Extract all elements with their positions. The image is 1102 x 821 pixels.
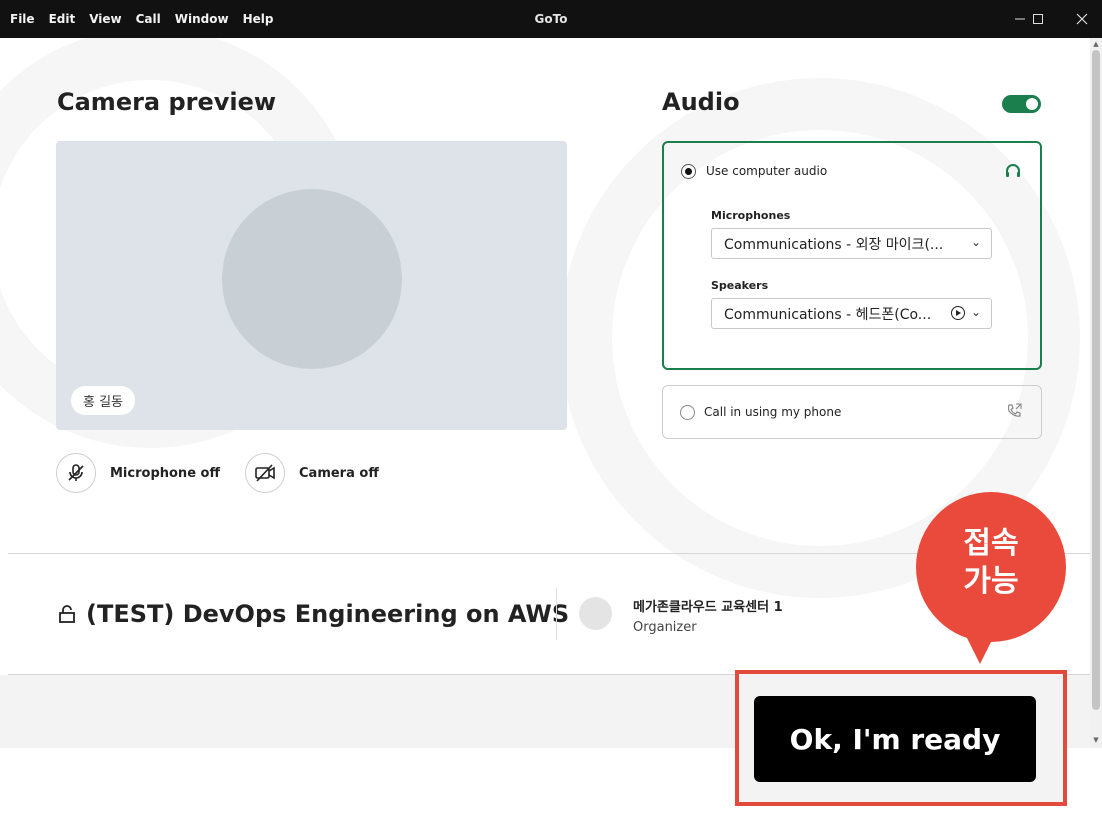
scroll-up-icon[interactable]: ▲ — [1090, 40, 1102, 48]
microphone-select-value: Communications - 외장 마이크(... — [724, 236, 944, 253]
phone-audio-label[interactable]: Call in using my phone — [704, 405, 841, 419]
menu-file[interactable]: File — [10, 12, 35, 26]
meeting-title-text: (TEST) DevOps Engineering on AWS — [86, 600, 570, 628]
microphone-toggle[interactable]: Microphone off — [56, 453, 220, 493]
scroll-down-icon[interactable]: ▼ — [1090, 736, 1102, 744]
play-test-sound-icon[interactable] — [951, 306, 965, 320]
menu-call[interactable]: Call — [136, 12, 161, 26]
microphones-label: Microphones — [711, 209, 791, 222]
menu-window[interactable]: Window — [175, 12, 229, 26]
camera-off-icon[interactable] — [245, 453, 285, 493]
participant-avatar — [222, 189, 402, 369]
audio-toggle[interactable] — [1002, 95, 1041, 113]
annotation-text-line2: 가능 — [963, 564, 1019, 599]
microphone-off-icon[interactable] — [56, 453, 96, 493]
close-icon — [1076, 13, 1088, 25]
app-window: Camera preview 홍 길동 Microphone off Camer… — [0, 38, 1090, 748]
menu-bar: File Edit View Call Window Help — [10, 0, 273, 38]
audio-toggle-knob — [1026, 98, 1038, 110]
lock-icon — [59, 605, 75, 623]
phone-audio-radio[interactable] — [680, 405, 695, 420]
organizer-role: Organizer — [633, 620, 697, 635]
chevron-down-icon: ⌄ — [970, 235, 981, 249]
menu-view[interactable]: View — [89, 12, 121, 26]
computer-audio-radio[interactable] — [681, 164, 696, 179]
participant-name: 홍 길동 — [71, 386, 136, 415]
camera-off-label: Camera off — [299, 465, 379, 481]
menu-edit[interactable]: Edit — [49, 12, 76, 26]
title-bar: GoTo File Edit View Call Window Help — [0, 0, 1102, 38]
scrollbar-thumb[interactable] — [1092, 50, 1100, 710]
phone-icon — [1007, 403, 1022, 417]
menu-help[interactable]: Help — [243, 12, 274, 26]
computer-audio-panel: Use computer audio Microphones Communica… — [662, 141, 1042, 370]
ready-button[interactable]: Ok, I'm ready — [754, 696, 1036, 782]
close-button[interactable] — [1062, 0, 1102, 38]
camera-preview: 홍 길동 — [56, 141, 567, 430]
microphone-off-label: Microphone off — [110, 465, 220, 481]
microphone-select[interactable]: Communications - 외장 마이크(... ⌄ — [711, 228, 992, 259]
audio-heading: Audio — [662, 88, 740, 116]
annotation-text-line1: 접속 — [963, 526, 1019, 561]
speaker-select-value: Communications - 헤드폰(Co... — [724, 306, 932, 323]
meeting-title: (TEST) DevOps Engineering on AWS — [58, 600, 569, 628]
maximize-icon — [1033, 14, 1043, 24]
camera-preview-heading: Camera preview — [57, 88, 277, 116]
organizer-avatar — [579, 597, 612, 630]
vertical-scrollbar[interactable]: ▲ ▼ — [1090, 38, 1102, 748]
chevron-down-icon: ⌄ — [970, 305, 981, 319]
meeting-info-separator — [556, 588, 557, 640]
speaker-select[interactable]: Communications - 헤드폰(Co... ⌄ — [711, 298, 992, 329]
maximize-button[interactable] — [1018, 0, 1058, 38]
annotation-bubble: 접속 가능 — [916, 492, 1066, 642]
headset-icon — [1006, 164, 1020, 177]
camera-toggle[interactable]: Camera off — [245, 453, 379, 493]
speakers-label: Speakers — [711, 279, 769, 292]
phone-audio-option[interactable]: Call in using my phone — [662, 385, 1042, 439]
computer-audio-label[interactable]: Use computer audio — [706, 164, 827, 178]
organizer-name: 메가존클라우드 교육센터 1 — [633, 600, 783, 615]
